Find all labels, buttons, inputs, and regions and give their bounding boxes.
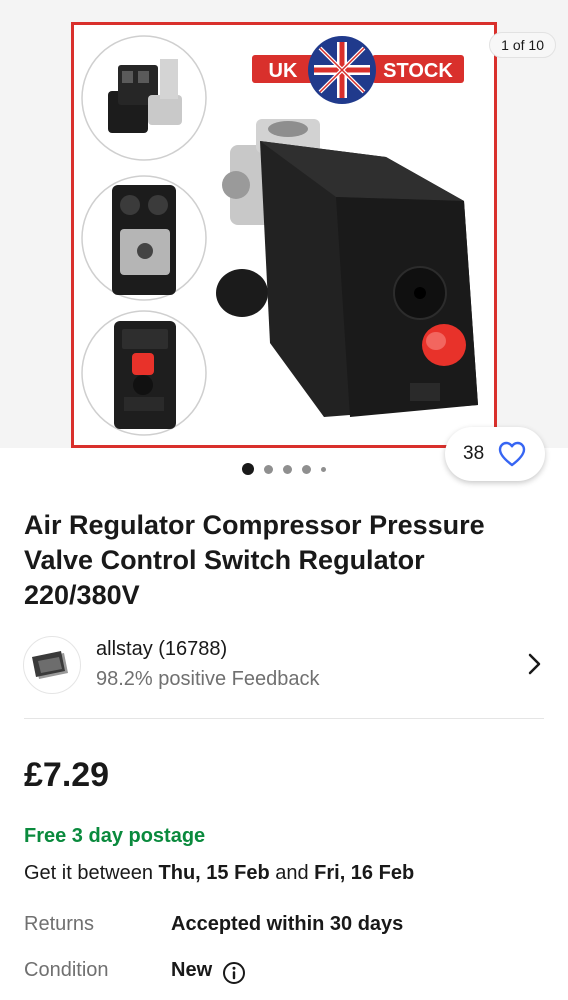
postage-label: Free 3 day postage: [24, 825, 206, 847]
seller-avatar: [23, 636, 81, 694]
price: £7.29: [24, 756, 110, 794]
seller-feedback: 98.2% positive Feedback: [96, 668, 320, 690]
carousel-dot-4[interactable]: [302, 464, 311, 474]
condition-value: New: [171, 959, 213, 981]
svg-text:UK: UK: [269, 60, 298, 82]
product-image[interactable]: UK STOCK: [71, 22, 497, 448]
listing-title: Air Regulator Compressor Pressure Valve …: [24, 510, 485, 610]
returns-value: Accepted within 30 days: [171, 913, 404, 935]
seller-name[interactable]: allstay (16788): [96, 638, 227, 661]
heart-icon: [498, 441, 526, 467]
image-gallery[interactable]: UK STOCK 1 of 10: [0, 0, 568, 448]
seller-info-row[interactable]: allstay (16788) 98.2% positive Feedback: [0, 632, 568, 700]
chevron-right-icon[interactable]: [522, 652, 546, 676]
thumbnail-bottom: [81, 310, 207, 436]
delivery-date-to: Fri, 16 Feb: [314, 862, 415, 884]
delivery-and: and: [269, 862, 315, 884]
pressure-switch-illustration: [216, 119, 478, 417]
watch-count: 38: [463, 443, 485, 464]
seller-logo-icon: [32, 651, 68, 679]
carousel-dot-2[interactable]: [264, 464, 273, 474]
carousel-dot-5[interactable]: [321, 466, 326, 472]
watch-button[interactable]: 38: [445, 427, 545, 481]
info-icon[interactable]: [222, 961, 246, 985]
image-counter: 1 of 10: [489, 32, 556, 58]
delivery-date-from: Thu, 15 Feb: [158, 862, 270, 884]
delivery-estimate: Get it between Thu, 15 Feb and Fri, 16 F…: [24, 862, 414, 885]
product-photo: UK STOCK: [81, 35, 478, 436]
uk-stock-badge: UK STOCK: [252, 36, 464, 104]
delivery-prefix: Get it between: [24, 862, 159, 884]
carousel-dot-3[interactable]: [283, 464, 292, 474]
divider: [24, 718, 544, 719]
condition-label: Condition: [24, 959, 109, 981]
returns-label: Returns: [24, 913, 95, 935]
thumbnail-top: [81, 35, 207, 161]
carousel-dot-1[interactable]: [242, 463, 254, 475]
thumbnail-middle: [81, 175, 207, 301]
svg-text:STOCK: STOCK: [383, 60, 453, 82]
